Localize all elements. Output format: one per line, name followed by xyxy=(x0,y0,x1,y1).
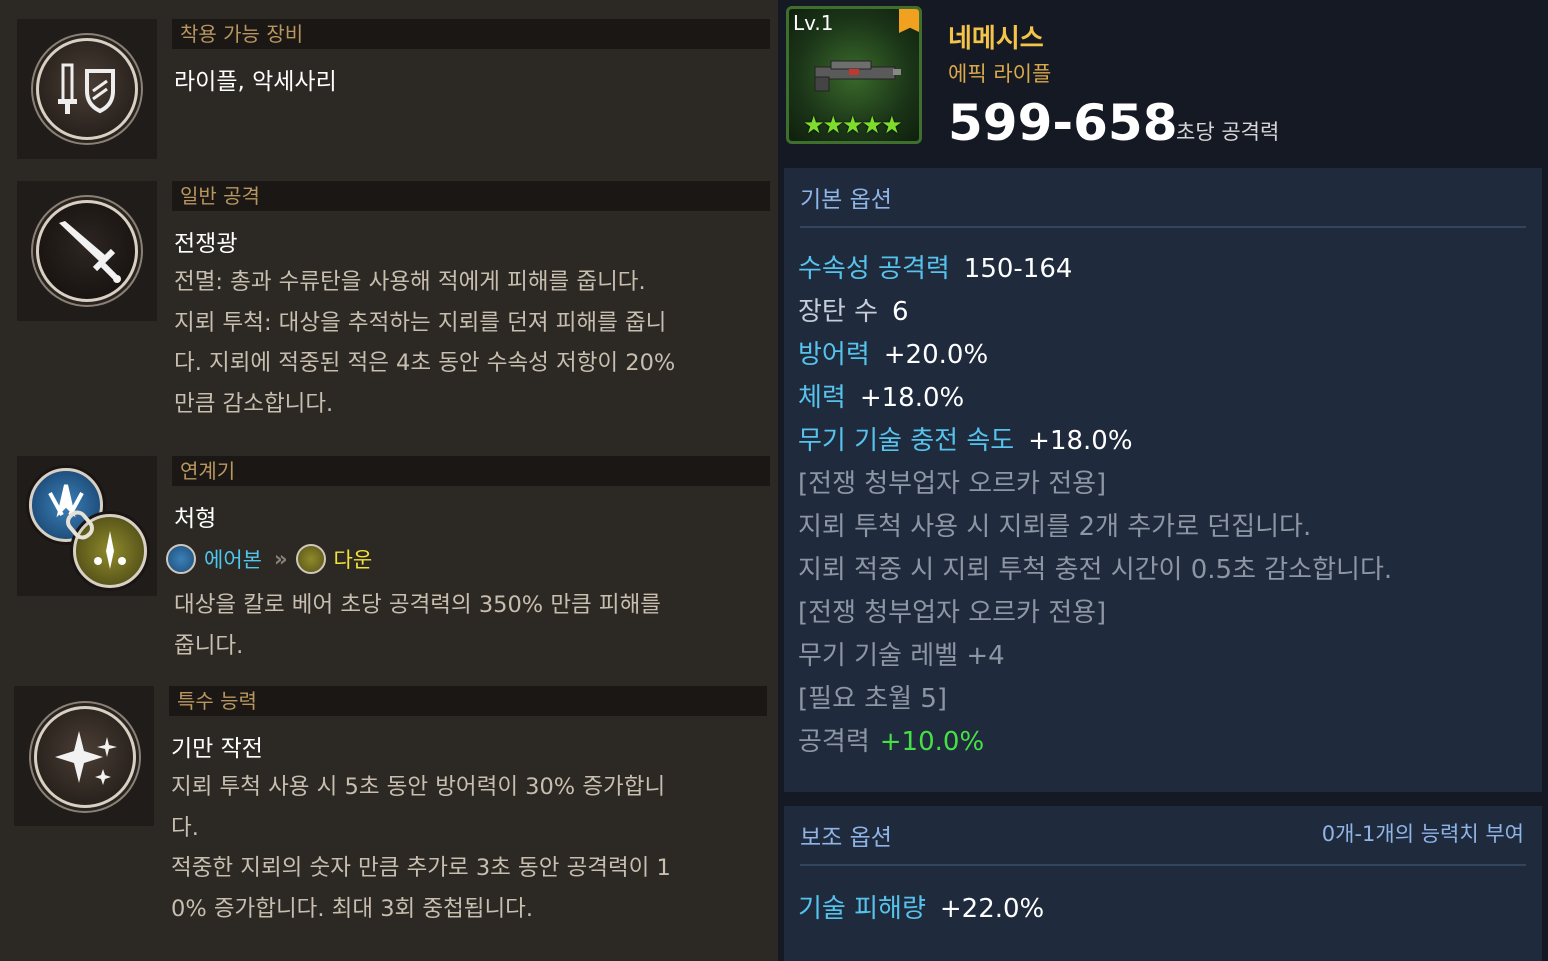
option-note: [전쟁 청부업자 오르카 전용] xyxy=(798,598,1107,628)
equip-types: 라이플, 악세사리 xyxy=(174,69,337,95)
combo-icon-box xyxy=(17,456,157,596)
stat-value: 150-164 xyxy=(963,254,1073,284)
normal-attack-icon-box xyxy=(17,181,157,321)
stat-value: +18.0% xyxy=(1028,426,1133,456)
combo-arrow-icon: » xyxy=(273,547,287,571)
rifle-icon xyxy=(814,60,901,92)
sparkle-icon xyxy=(34,706,136,808)
stat-key: 방어력 xyxy=(798,340,870,370)
option-note: [전쟁 청부업자 오르카 전용] xyxy=(798,469,1107,499)
option-note: 지뢰 투척 사용 시 지뢰를 2개 추가로 던집니다. xyxy=(798,512,1312,542)
stat-key: 기술 피해량 xyxy=(798,894,926,924)
divider xyxy=(800,226,1526,228)
basic-options-panel: 기본 옵션 수속성 공격력 150-164 장탄 수 6 방어력 +20.0% 체력 +… xyxy=(784,168,1542,792)
equip-icon-box xyxy=(17,19,157,159)
stat-key: 체력 xyxy=(798,383,846,413)
stat-key: 공격력 xyxy=(798,727,870,757)
divider xyxy=(800,864,1526,866)
stat-key: 장탄 수 xyxy=(798,297,879,327)
basic-options-header: 기본 옵션 xyxy=(800,187,892,213)
sword-shield-icon xyxy=(36,38,138,140)
special-header: 특수 능력 xyxy=(169,686,767,716)
stat-value: +22.0% xyxy=(939,894,1045,924)
combo-from: 에어본 xyxy=(204,548,262,572)
normal-attack-title: 전쟁광 xyxy=(174,231,238,257)
stat-value: +20.0% xyxy=(883,340,989,370)
stat-value: 6 xyxy=(892,297,909,327)
stat-value: +18.0% xyxy=(859,383,965,413)
combo-desc: 대상을 칼로 베어 초당 공격력의 350% 만큼 피해를 줍니다. xyxy=(174,592,661,659)
option-note: 지뢰 적중 시 지뢰 투척 충전 시간이 0.5초 감소합니다. xyxy=(798,555,1393,585)
combo-title: 처형 xyxy=(174,506,217,532)
stat-key: 수속성 공격력 xyxy=(798,254,950,284)
item-type: 에픽 라이플 xyxy=(948,62,1052,86)
special-title: 기만 작전 xyxy=(171,736,263,762)
sub-options-note: 0개-1개의 능력치 부여 xyxy=(1321,822,1524,846)
item-thumbnail: Lv.1 ★★★★★ xyxy=(786,6,922,144)
down-small-icon xyxy=(295,544,326,574)
item-dps-label: 초당 공격력 xyxy=(1176,120,1280,144)
airborne-small-icon xyxy=(166,544,196,574)
item-level: Lv.1 xyxy=(793,11,834,35)
item-name: 네메시스 xyxy=(948,24,1044,54)
special-desc: 지뢰 투척 사용 시 5초 동안 방어력이 30% 증가합니 다. 적중한 지뢰… xyxy=(171,774,671,922)
sub-options-header: 보조 옵션 xyxy=(800,825,892,851)
stat-row: 장탄 수 6 xyxy=(798,291,909,328)
combo-to: 다운 xyxy=(333,548,373,572)
stat-row: 무기 기술 충전 속도 +18.0% xyxy=(798,420,1133,457)
skill-panel: 착용 가능 장비 라이플, 악세사리 일반 공격 전쟁광 전멸: 총과 수류탄을… xyxy=(0,0,778,961)
stat-row: 방어력 +20.0% xyxy=(798,334,988,371)
equip-header: 착용 가능 장비 xyxy=(172,19,770,49)
stat-row: 체력 +18.0% xyxy=(798,377,964,414)
sub-options-panel: 보조 옵션 0개-1개의 능력치 부여 기술 피해량 +22.0% xyxy=(784,806,1542,961)
stat-key: 무기 기술 충전 속도 xyxy=(798,426,1015,456)
dagger-icon xyxy=(36,200,138,302)
option-note: 무기 기술 레벨 +4 xyxy=(798,641,1005,671)
special-icon-box xyxy=(14,686,154,826)
combo-sequence: 에어본 » 다운 xyxy=(166,544,372,574)
stat-value: +10.0% xyxy=(879,727,985,757)
combo-header: 연계기 xyxy=(172,456,770,486)
stat-row: 기술 피해량 +22.0% xyxy=(798,888,1044,925)
item-dps: 599-658 xyxy=(948,94,1178,152)
normal-attack-desc: 전멸: 총과 수류탄을 사용해 적에게 피해를 줍니다. 지뢰 투척: 대상을 … xyxy=(174,269,676,417)
item-tooltip: Lv.1 ★★★★★ 네메시스 에픽 라이플 599-658 초당 공격력 기본… xyxy=(778,0,1548,961)
bookmark-icon xyxy=(899,9,919,33)
normal-attack-header: 일반 공격 xyxy=(172,181,770,211)
rarity-stars: ★★★★★ xyxy=(803,111,903,139)
stat-row: 수속성 공격력 150-164 xyxy=(798,248,1072,285)
option-note: [필요 초월 5] xyxy=(798,684,948,714)
stat-row: 공격력 +10.0% xyxy=(798,721,984,758)
